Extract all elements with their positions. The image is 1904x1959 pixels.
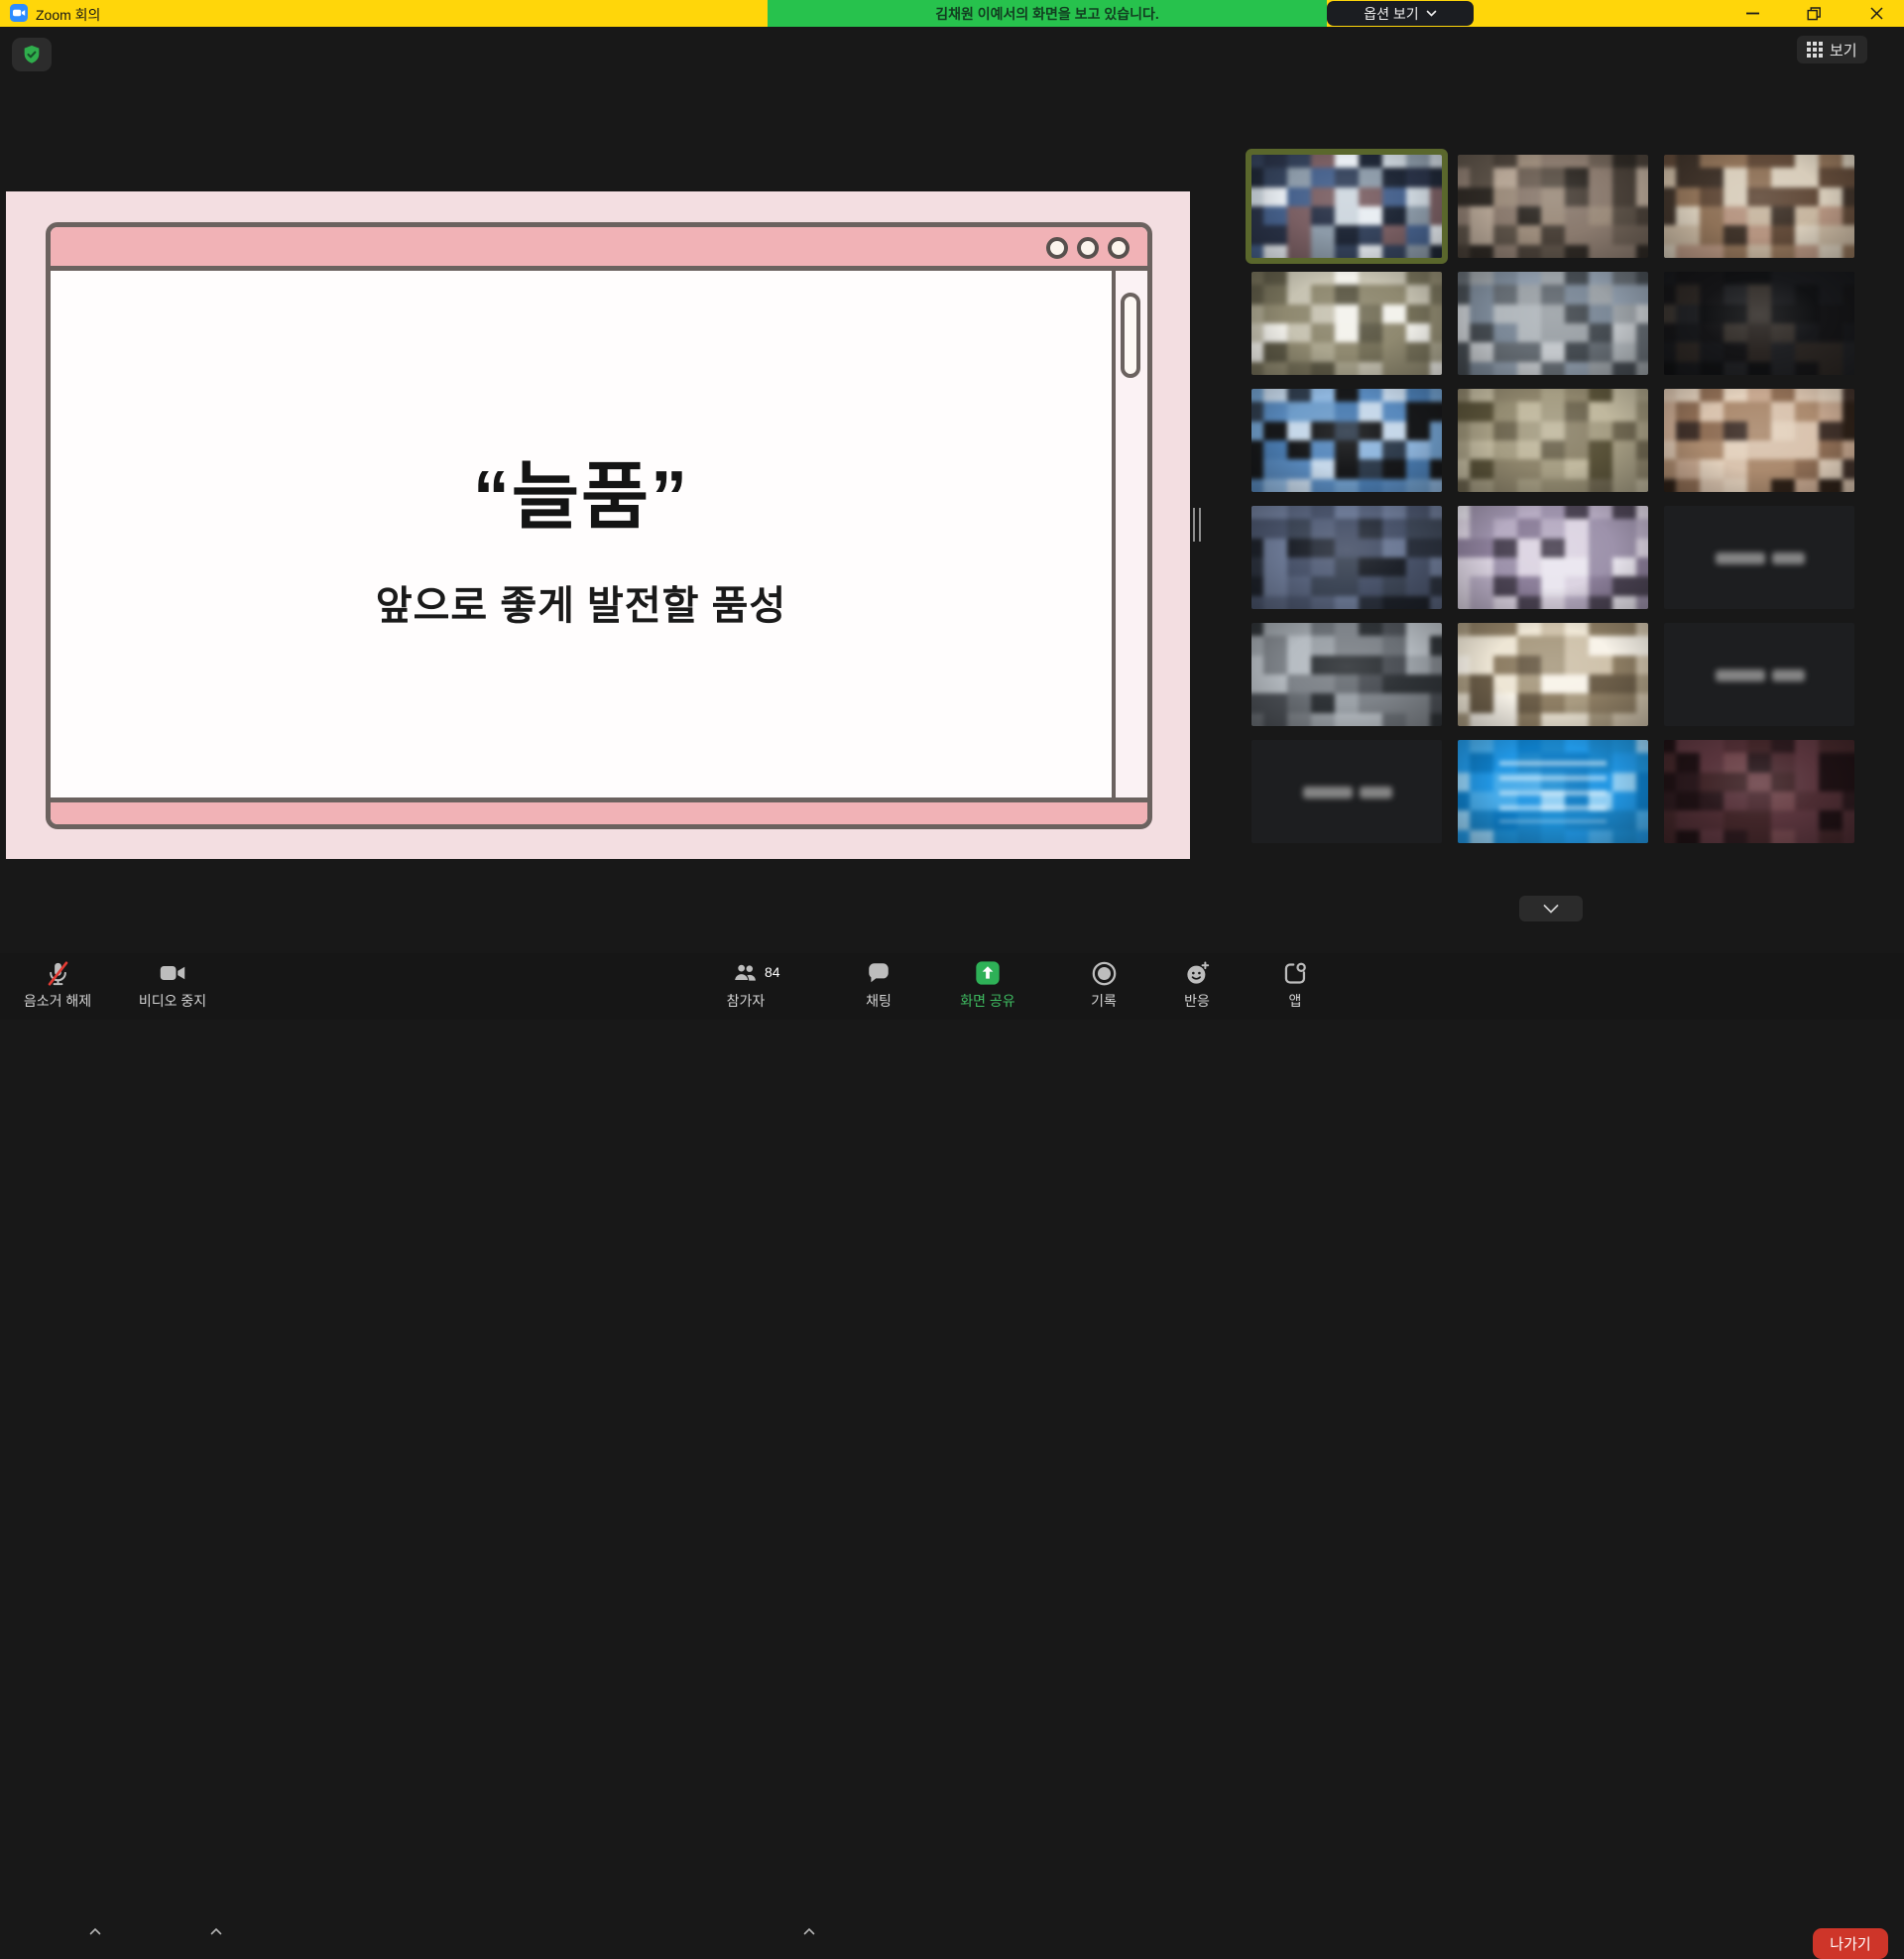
participant-video-tile[interactable]: [1664, 272, 1854, 375]
slide-window-header: [51, 227, 1147, 271]
stop-video-button[interactable]: 비디오 중지: [123, 958, 222, 1011]
participant-video-tile[interactable]: [1458, 623, 1648, 726]
slide-scrollbar-track: [1112, 271, 1147, 797]
stop-video-label: 비디오 중지: [139, 991, 206, 1011]
reactions-button[interactable]: 반응: [1147, 958, 1247, 1011]
window-dot: [1046, 237, 1068, 259]
view-button[interactable]: 보기: [1797, 36, 1867, 63]
gallery-grid-icon: [1807, 42, 1823, 58]
participant-video-tile[interactable]: [1458, 740, 1648, 843]
meeting-toolbar: 음소거 해제 비디오 중지 84 참가자: [0, 953, 1904, 1020]
participant-video-tile[interactable]: [1664, 389, 1854, 492]
restore-button[interactable]: [1791, 0, 1837, 27]
chevron-up-icon: [803, 1927, 815, 1935]
scroll-participants-down-button[interactable]: [1519, 896, 1583, 921]
video-options-chevron[interactable]: [206, 1921, 226, 1941]
participant-video-tile[interactable]: [1458, 155, 1648, 258]
participant-name-blur: [1772, 670, 1805, 681]
participant-video-tile[interactable]: [1458, 506, 1648, 609]
participants-button[interactable]: 84 참가자: [696, 958, 795, 1011]
window-title: Zoom 회의: [36, 5, 100, 25]
leave-meeting-button[interactable]: 나가기: [1813, 1928, 1888, 1959]
participant-name-blur: [1772, 552, 1805, 564]
slide-title: “늘품”: [473, 437, 689, 544]
view-options-label: 옵션 보기: [1364, 4, 1418, 24]
share-screen-button[interactable]: 화면 공유: [938, 958, 1037, 1011]
participant-video-tile[interactable]: [1251, 155, 1442, 258]
view-options-button[interactable]: 옵션 보기: [1327, 1, 1474, 26]
participants-label: 참가자: [727, 991, 766, 1011]
panel-resize-handle[interactable]: [1193, 508, 1201, 542]
slide-content: “늘품” 앞으로 좋게 발전할 품성: [51, 271, 1112, 797]
reactions-label: 반응: [1184, 991, 1210, 1011]
restore-icon: [1807, 7, 1821, 21]
participant-video-tile[interactable]: [1251, 740, 1442, 843]
screen-watch-banner: 김채원 이예서의 화면을 보고 있습니다.: [768, 0, 1327, 27]
participant-name-blur: [1716, 670, 1765, 681]
chat-button[interactable]: 채팅: [829, 958, 928, 1011]
participant-video-tile[interactable]: [1251, 272, 1442, 375]
apps-icon: [1282, 960, 1309, 987]
slide-browser-window: “늘품” 앞으로 좋게 발전할 품성: [46, 222, 1152, 829]
participant-video-tile[interactable]: [1458, 272, 1648, 375]
apps-label: 앱: [1289, 991, 1302, 1011]
chat-label: 채팅: [866, 991, 892, 1011]
participants-options-chevron[interactable]: [799, 1921, 819, 1941]
record-button[interactable]: 기록: [1054, 958, 1153, 1011]
record-label: 기록: [1091, 991, 1117, 1011]
participant-video-tile[interactable]: [1664, 740, 1854, 843]
share-screen-label: 화면 공유: [960, 991, 1014, 1011]
participant-name-blur: [1303, 787, 1353, 798]
participant-video-tile[interactable]: [1664, 506, 1854, 609]
screen-watch-banner-text: 김채원 이예서의 화면을 보고 있습니다.: [935, 4, 1159, 24]
slide-scrollbar-thumb: [1121, 293, 1140, 378]
slide-subtitle: 앞으로 좋게 발전할 품성: [376, 573, 786, 631]
minimize-button[interactable]: [1729, 0, 1775, 27]
close-button[interactable]: [1853, 0, 1899, 27]
meeting-security-badge[interactable]: [12, 38, 52, 71]
chevron-up-icon: [210, 1927, 222, 1935]
slide-window-dots: [1046, 237, 1130, 259]
unmute-label: 음소거 해제: [24, 991, 91, 1011]
chevron-down-icon: [1543, 905, 1559, 914]
record-icon: [1091, 960, 1118, 987]
participants-icon: [731, 960, 761, 986]
participants-count: 84: [765, 964, 780, 980]
participants-video-grid: [1251, 155, 1854, 843]
chat-bubble-icon: [866, 960, 892, 986]
participant-video-tile[interactable]: [1664, 155, 1854, 258]
participant-video-tile[interactable]: [1251, 506, 1442, 609]
window-title-bar: Zoom 회의 김채원 이예서의 화면을 보고 있습니다. 옵션 보기: [0, 0, 1904, 27]
slide-window-footer: [51, 797, 1147, 824]
participant-video-tile[interactable]: [1664, 623, 1854, 726]
close-icon: [1870, 7, 1883, 20]
window-dot: [1077, 237, 1099, 259]
chevron-down-icon: [1426, 10, 1437, 18]
participant-video-tile[interactable]: [1251, 623, 1442, 726]
participant-name-blur: [1716, 552, 1765, 564]
participant-name-blur: [1360, 787, 1392, 798]
zoom-app-icon: [10, 4, 28, 22]
shared-screen-view: “늘품” 앞으로 좋게 발전할 품성: [6, 191, 1190, 859]
participant-video-tile[interactable]: [1458, 389, 1648, 492]
minimize-icon: [1746, 12, 1759, 15]
share-screen-icon: [974, 959, 1002, 987]
security-shield-icon: [21, 44, 43, 65]
apps-button[interactable]: 앱: [1246, 958, 1345, 1011]
view-button-label: 보기: [1830, 40, 1857, 61]
participant-video-tile[interactable]: [1251, 389, 1442, 492]
mic-options-chevron[interactable]: [85, 1921, 105, 1941]
microphone-muted-icon: [45, 960, 71, 987]
window-dot: [1108, 237, 1130, 259]
unmute-button[interactable]: 음소거 해제: [8, 958, 107, 1011]
video-camera-icon: [159, 959, 186, 987]
chevron-up-icon: [89, 1927, 101, 1935]
reactions-smiley-icon: [1184, 960, 1211, 987]
